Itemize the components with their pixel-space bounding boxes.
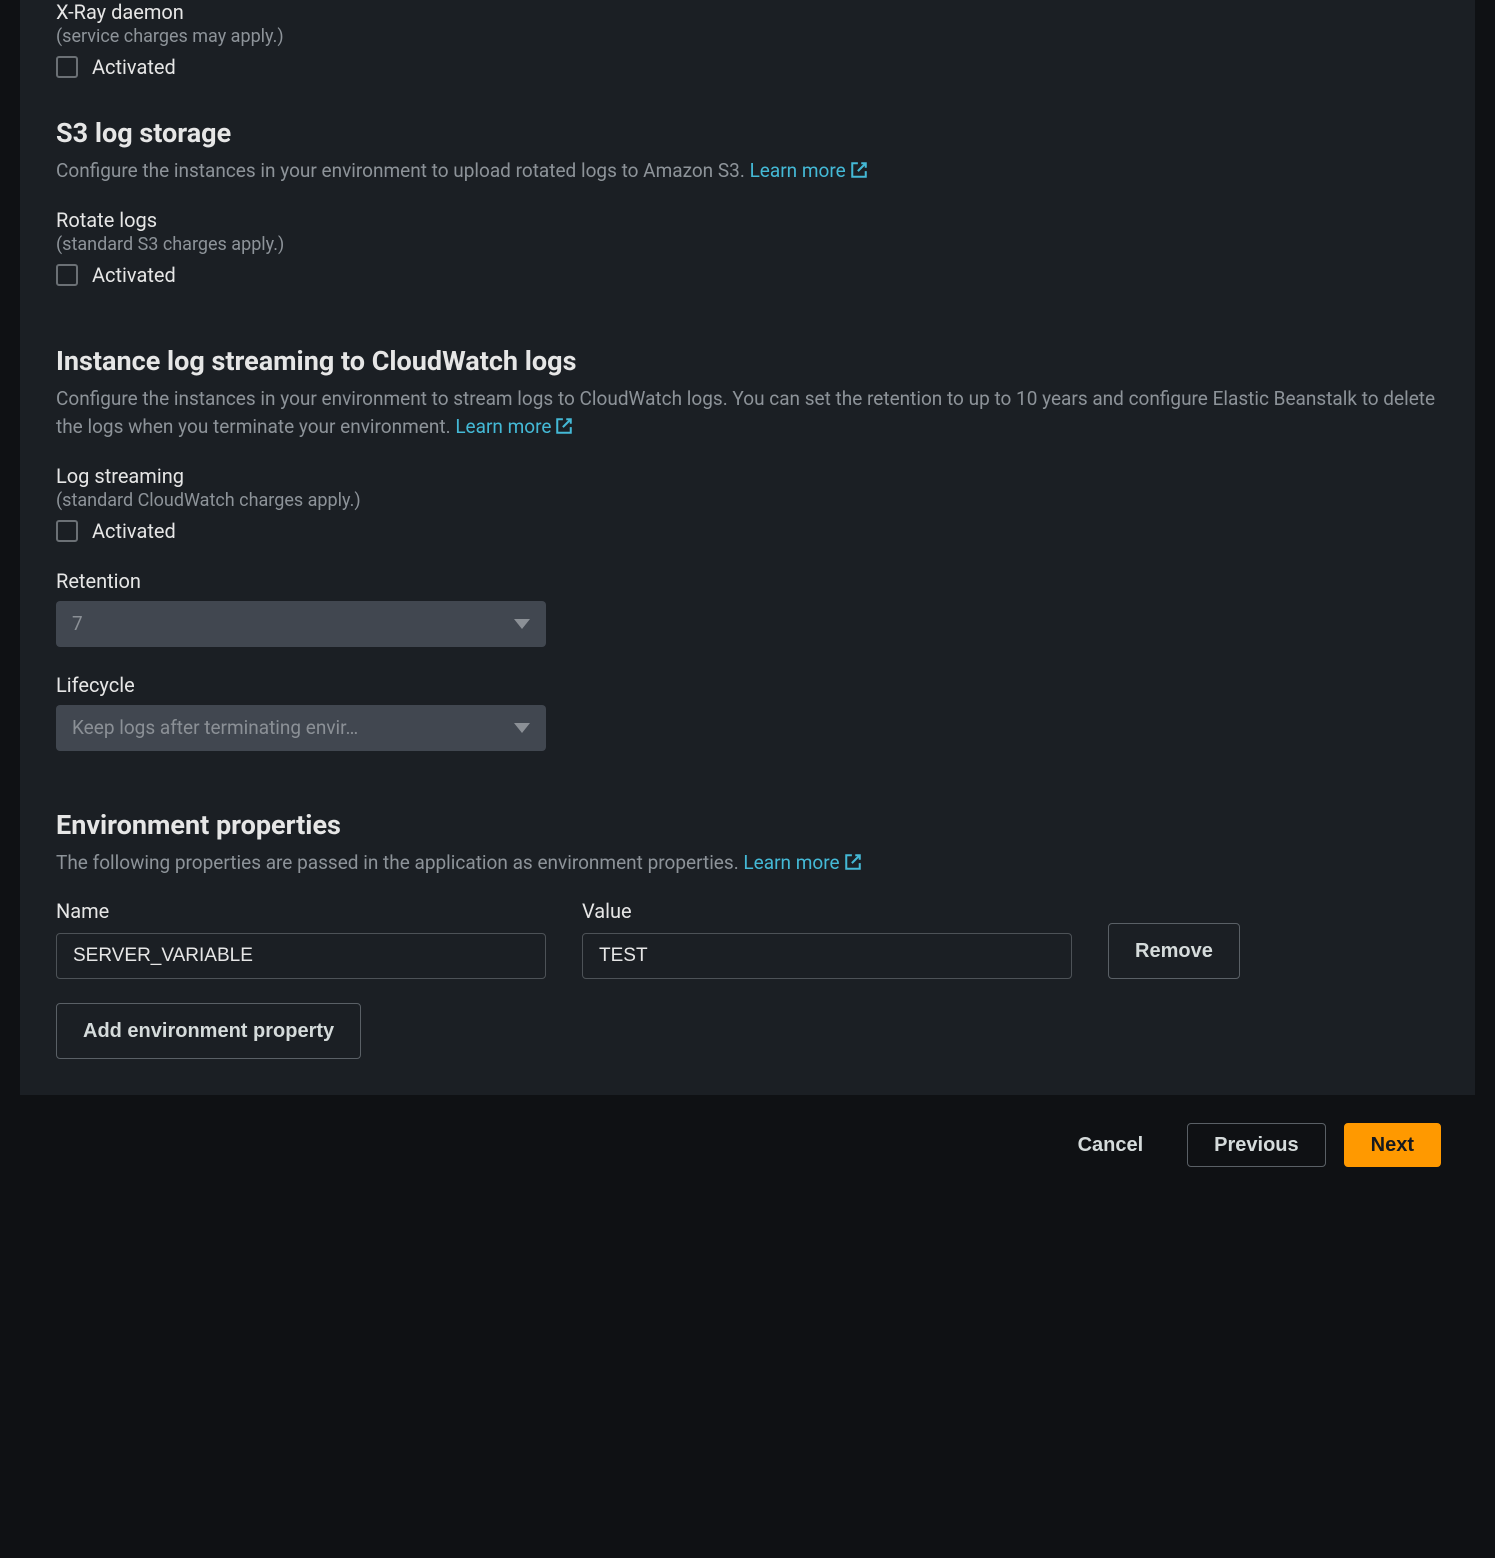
env-prop-name-col: Name: [56, 899, 546, 979]
lifecycle-value: Keep logs after terminating envir…: [72, 716, 358, 739]
config-panel: X-Ray daemon (service charges may apply.…: [20, 0, 1475, 1095]
rotate-logs-checkbox-label: Activated: [92, 263, 176, 287]
external-link-icon: [850, 159, 868, 177]
xray-sub: (service charges may apply.): [56, 26, 1439, 47]
env-props-title: Environment properties: [56, 809, 1439, 841]
cw-desc: Configure the instances in your environm…: [56, 385, 1439, 442]
log-streaming-checkbox-label: Activated: [92, 519, 176, 543]
xray-checkbox-label: Activated: [92, 55, 176, 79]
env-prop-name-input[interactable]: [56, 933, 546, 979]
env-props-learn-more-link[interactable]: Learn more: [743, 851, 861, 874]
cancel-button[interactable]: Cancel: [1052, 1123, 1170, 1167]
env-prop-value-input[interactable]: [582, 933, 1072, 979]
s3-log-storage-section: S3 log storage Configure the instances i…: [56, 89, 1439, 287]
rotate-logs-field: Rotate logs (standard S3 charges apply.)…: [56, 208, 1439, 287]
rotate-logs-label: Rotate logs: [56, 208, 1439, 232]
external-link-icon: [555, 415, 573, 433]
log-streaming-sub: (standard CloudWatch charges apply.): [56, 490, 1439, 511]
xray-title: X-Ray daemon: [56, 0, 1439, 24]
rotate-logs-sub: (standard S3 charges apply.): [56, 234, 1439, 255]
cloudwatch-section: Instance log streaming to CloudWatch log…: [56, 297, 1439, 751]
lifecycle-label: Lifecycle: [56, 673, 1439, 697]
xray-activated-checkbox[interactable]: [56, 56, 78, 78]
env-props-desc: The following properties are passed in t…: [56, 849, 1439, 878]
wizard-footer: Cancel Previous Next: [0, 1095, 1495, 1215]
env-prop-value-col: Value: [582, 899, 1072, 979]
env-props-desc-text: The following properties are passed in t…: [56, 851, 743, 874]
log-streaming-field: Log streaming (standard CloudWatch charg…: [56, 464, 1439, 543]
env-prop-row: Name Value Remove: [56, 899, 1439, 979]
retention-label: Retention: [56, 569, 1439, 593]
cw-title: Instance log streaming to CloudWatch log…: [56, 345, 1439, 377]
retention-field: Retention 7: [56, 569, 1439, 647]
chevron-down-icon: [514, 619, 530, 629]
chevron-down-icon: [514, 723, 530, 733]
external-link-icon: [844, 851, 862, 869]
lifecycle-field: Lifecycle Keep logs after terminating en…: [56, 673, 1439, 751]
add-env-prop-button[interactable]: Add environment property: [56, 1003, 361, 1059]
lifecycle-select[interactable]: Keep logs after terminating envir…: [56, 705, 546, 751]
s3-learn-more-link[interactable]: Learn more: [750, 159, 868, 182]
remove-button[interactable]: Remove: [1108, 923, 1240, 979]
xray-daemon-field: X-Ray daemon (service charges may apply.…: [56, 0, 1439, 79]
log-streaming-label: Log streaming: [56, 464, 1439, 488]
s3-desc: Configure the instances in your environm…: [56, 157, 1439, 186]
s3-title: S3 log storage: [56, 117, 1439, 149]
retention-value: 7: [72, 612, 83, 635]
log-streaming-checkbox[interactable]: [56, 520, 78, 542]
retention-select[interactable]: 7: [56, 601, 546, 647]
env-props-section: Environment properties The following pro…: [56, 761, 1439, 1060]
previous-button[interactable]: Previous: [1187, 1123, 1325, 1167]
next-button[interactable]: Next: [1344, 1123, 1441, 1167]
rotate-logs-checkbox[interactable]: [56, 264, 78, 286]
cw-desc-text: Configure the instances in your environm…: [56, 387, 1435, 439]
env-prop-name-label: Name: [56, 899, 546, 923]
env-prop-value-label: Value: [582, 899, 1072, 923]
cw-learn-more-link[interactable]: Learn more: [455, 415, 573, 438]
s3-desc-text: Configure the instances in your environm…: [56, 159, 750, 182]
